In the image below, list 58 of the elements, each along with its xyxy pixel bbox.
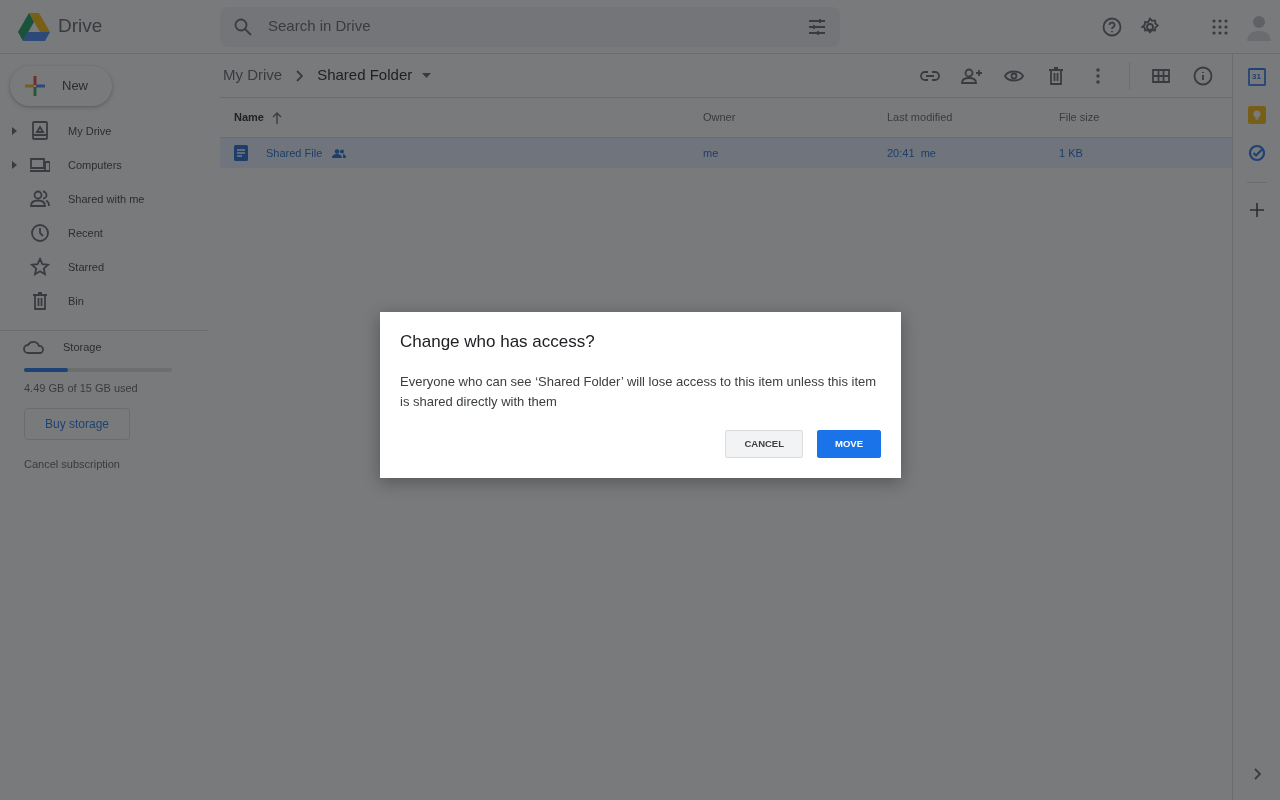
clock-icon [30,223,50,243]
trash-icon[interactable] [1048,66,1064,85]
help-icon[interactable] [1102,16,1122,37]
sort-arrow-icon[interactable] [271,111,282,124]
apps-grid-icon[interactable] [1212,18,1228,35]
table-cell-text: 20:41 me [886,145,937,161]
sidebar-item[interactable]: Computers [68,156,122,174]
grid-view-icon[interactable] [1152,68,1170,83]
table-cell-text: 1 KB [1058,145,1084,161]
sidebar-item[interactable]: Recent [68,224,103,242]
computer-icon [30,155,50,175]
chevron-right-icon [296,69,304,82]
drive-icon [30,121,50,141]
dialog-message: Everyone who can see ‘Shared Folder’ will lose access to this item unless this item is shared directly with them [400,373,878,412]
star-icon [30,257,50,277]
sidebar-item[interactable]: Shared with me [68,190,145,208]
storage-label: Storage [63,340,102,355]
breadcrumb-item[interactable]: Shared Folder [317,64,413,87]
drive-logo-icon [18,12,50,41]
tasks-icon[interactable] [1247,144,1266,162]
link-icon[interactable] [920,70,940,81]
add-person-icon[interactable] [961,67,983,84]
dialog-title: Change who has access? [400,332,596,353]
cancel-subscription-link[interactable]: Cancel subscription [24,458,120,470]
keep-note-icon[interactable] [1247,106,1266,124]
search-icon [234,17,252,36]
sidebar-item[interactable]: Bin [68,292,84,310]
column-header[interactable]: Name [234,109,264,126]
sidebar-item[interactable]: My Drive [68,122,112,140]
file-row[interactable]: Shared File me 20:41 me 1 KB [220,138,1232,168]
file-name: Shared File [266,145,323,161]
info-icon[interactable] [1193,65,1213,86]
buy-storage-button[interactable]: Buy storage [24,408,131,440]
sidebar-item[interactable]: Starred [68,258,105,276]
trash-icon [30,291,50,311]
dropdown-caret-icon[interactable] [422,73,432,78]
expand-chevron-icon[interactable] [1252,768,1261,780]
cloud-icon [23,340,45,355]
more-options-icon[interactable] [1096,67,1100,84]
breadcrumb-item[interactable]: My Drive [223,64,283,87]
move-button[interactable]: MOVE [817,430,881,459]
table-cell-text: me [702,145,720,161]
document-icon [234,145,248,161]
app-title: Drive [58,14,103,39]
storage-usage-text: 4.49 GB of 15 GB used [24,380,139,396]
preview-eye-icon[interactable] [1004,69,1024,82]
search-bar[interactable]: Search in Drive [220,6,840,47]
add-icon[interactable] [1249,203,1264,217]
plus-icon [24,75,46,97]
calendar-icon[interactable]: 31 [1247,68,1266,86]
filter-options-icon[interactable] [808,18,826,35]
search-field[interactable]: Search in Drive [266,14,794,39]
column-header[interactable]: Owner [703,109,736,126]
column-header[interactable]: Last modified [887,109,953,126]
people-icon [30,189,50,209]
cancel-button[interactable]: CANCEL [725,430,803,459]
column-header[interactable]: File size [1059,109,1100,126]
new-button[interactable]: New [10,66,112,106]
